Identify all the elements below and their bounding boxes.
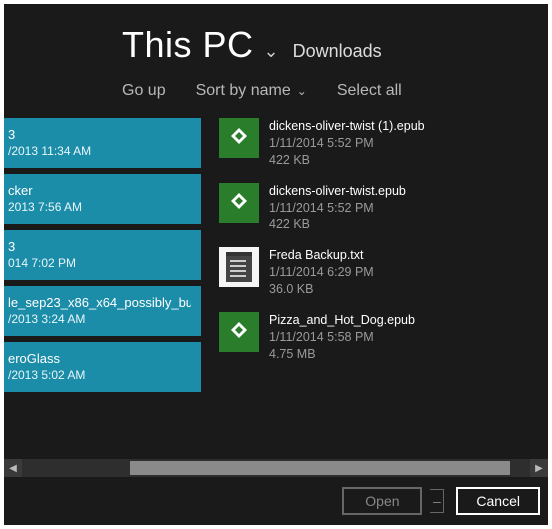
tile-date: 2013 7:56 AM [8, 200, 191, 216]
file-meta: dickens-oliver-twist (1).epub 1/11/2014 … [269, 118, 425, 169]
tile-date: /2013 11:34 AM [8, 144, 191, 160]
location-title[interactable]: This PC [122, 24, 254, 66]
scrollbar-thumb[interactable] [130, 461, 510, 475]
epub-icon [219, 118, 259, 158]
file-date: 1/11/2014 5:52 PM [269, 135, 425, 152]
tile-name: 3 [8, 239, 191, 256]
file-name: Pizza_and_Hot_Dog.epub [269, 312, 415, 329]
select-all-label: Select all [337, 82, 402, 100]
epub-icon [219, 312, 259, 352]
file-date: 1/11/2014 5:52 PM [269, 200, 406, 217]
file-item[interactable]: dickens-oliver-twist (1).epub 1/11/2014 … [219, 118, 425, 169]
go-up-label: Go up [122, 82, 166, 100]
epub-icon [219, 183, 259, 223]
scrollbar-track[interactable] [22, 459, 530, 477]
file-picker: This PC ⌄ Downloads Go up Sort by name ⌄… [4, 4, 548, 525]
open-dropdown-icon[interactable]: – [430, 489, 444, 513]
cancel-label: Cancel [476, 493, 520, 509]
select-all-button[interactable]: Select all [337, 82, 402, 100]
cancel-button[interactable]: Cancel [456, 487, 540, 515]
file-item[interactable]: Freda Backup.txt 1/11/2014 6:29 PM 36.0 … [219, 247, 425, 298]
txt-icon [219, 247, 259, 287]
footer: Open – Cancel [4, 477, 548, 525]
header: This PC ⌄ Downloads [4, 4, 548, 76]
scroll-left-button[interactable]: ◀ [4, 459, 22, 477]
tile-name: eroGlass [8, 351, 191, 368]
tile-date: /2013 3:24 AM [8, 312, 191, 328]
folder-tile[interactable]: cker 2013 7:56 AM [4, 174, 201, 224]
file-size: 422 KB [269, 152, 425, 169]
file-size: 422 KB [269, 216, 406, 233]
file-meta: Pizza_and_Hot_Dog.epub 1/11/2014 5:58 PM… [269, 312, 415, 363]
file-date: 1/11/2014 5:58 PM [269, 329, 415, 346]
file-item[interactable]: Pizza_and_Hot_Dog.epub 1/11/2014 5:58 PM… [219, 312, 425, 363]
file-item[interactable]: dickens-oliver-twist.epub 1/11/2014 5:52… [219, 183, 425, 234]
file-name: dickens-oliver-twist.epub [269, 183, 406, 200]
folder-name: Downloads [293, 27, 382, 62]
horizontal-scrollbar[interactable]: ◀ ▶ [4, 459, 548, 477]
toolbar: Go up Sort by name ⌄ Select all [4, 76, 548, 116]
file-meta: Freda Backup.txt 1/11/2014 6:29 PM 36.0 … [269, 247, 374, 298]
tile-date: /2013 5:02 AM [8, 368, 191, 384]
scroll-right-button[interactable]: ▶ [530, 459, 548, 477]
file-name: dickens-oliver-twist (1).epub [269, 118, 425, 135]
folder-tile[interactable]: eroGlass /2013 5:02 AM [4, 342, 201, 392]
folder-column: 3 /2013 11:34 AM cker 2013 7:56 AM 3 014… [4, 116, 201, 453]
folder-tile[interactable]: 3 014 7:02 PM [4, 230, 201, 280]
chevron-down-icon[interactable]: ⌄ [264, 31, 279, 62]
file-date: 1/11/2014 6:29 PM [269, 264, 374, 281]
tile-name: 3 [8, 127, 191, 144]
chevron-down-icon: ⌄ [297, 84, 307, 98]
tile-name: le_sep23_x86_x64_possibly_bugge… [8, 295, 191, 312]
folder-tile[interactable]: le_sep23_x86_x64_possibly_bugge… /2013 3… [4, 286, 201, 336]
tile-date: 014 7:02 PM [8, 256, 191, 272]
file-name: Freda Backup.txt [269, 247, 374, 264]
open-label: Open [365, 493, 399, 509]
file-size: 4.75 MB [269, 346, 415, 363]
open-button[interactable]: Open [342, 487, 422, 515]
file-meta: dickens-oliver-twist.epub 1/11/2014 5:52… [269, 183, 406, 234]
content-area: 3 /2013 11:34 AM cker 2013 7:56 AM 3 014… [4, 116, 548, 453]
go-up-button[interactable]: Go up [122, 82, 166, 100]
sort-label: Sort by name [196, 82, 291, 100]
folder-tile[interactable]: 3 /2013 11:34 AM [4, 118, 201, 168]
file-size: 36.0 KB [269, 281, 374, 298]
tile-name: cker [8, 183, 191, 200]
sort-button[interactable]: Sort by name ⌄ [196, 82, 307, 100]
file-column: dickens-oliver-twist (1).epub 1/11/2014 … [219, 116, 425, 453]
